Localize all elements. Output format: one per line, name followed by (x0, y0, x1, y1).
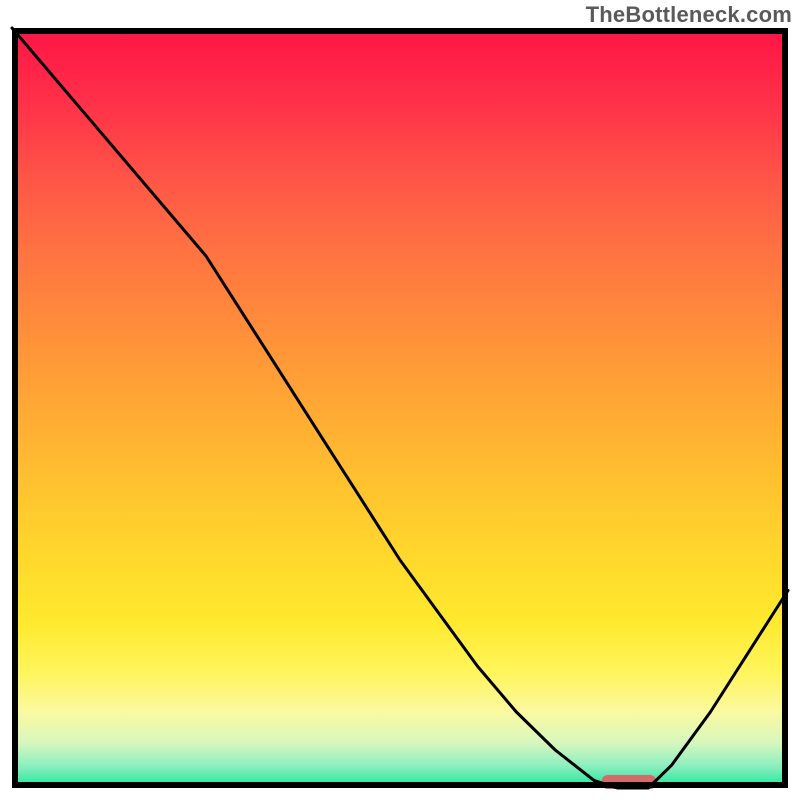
watermark-text: TheBottleneck.com (586, 2, 792, 28)
bottleneck-chart (0, 0, 800, 800)
gradient-background (12, 28, 788, 788)
chart-frame: TheBottleneck.com (0, 0, 800, 800)
plot-area (12, 28, 788, 789)
